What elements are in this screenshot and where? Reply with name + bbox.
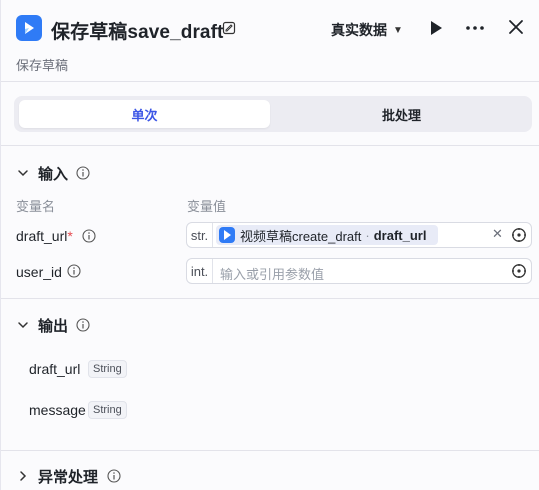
output-field-name: message <box>29 402 86 418</box>
reference-node-name: 视频草稿create_draft <box>240 228 362 244</box>
info-icon[interactable] <box>82 229 96 243</box>
close-icon[interactable] <box>507 18 525 36</box>
output-field-name: draft_url <box>29 361 81 377</box>
node-logo-icon <box>16 15 42 41</box>
variable-reference-icon[interactable] <box>511 227 527 243</box>
draft-url-value-field[interactable]: str. 视频草稿create_draft · draft_url ✕ <box>186 222 532 248</box>
output-section-title: 输出 <box>38 318 69 335</box>
output-type-badge: String <box>88 401 127 419</box>
column-header-value: 变量值 <box>187 199 227 214</box>
output-type-badge: String <box>88 360 127 378</box>
panel-header: 保存草稿save_draft 真实数据 ▼ 保存草稿 <box>1 0 539 82</box>
reference-chip[interactable]: 视频草稿create_draft · draft_url <box>216 225 438 245</box>
edit-icon[interactable] <box>222 21 236 35</box>
variable-reference-icon[interactable] <box>511 263 527 279</box>
chevron-down-icon[interactable] <box>17 167 29 179</box>
info-icon[interactable] <box>76 318 90 332</box>
section-divider <box>1 298 539 299</box>
reference-variable: draft_url <box>373 227 427 243</box>
more-icon[interactable] <box>464 18 486 38</box>
required-mark: * <box>67 228 73 244</box>
param-name-draft-url: draft_url* <box>16 228 73 244</box>
column-header-name: 变量名 <box>16 199 56 214</box>
node-config-panel: 保存草稿save_draft 真实数据 ▼ 保存草稿 单次 批处理 输入 变量名… <box>0 0 539 490</box>
info-icon[interactable] <box>107 469 121 483</box>
clear-icon[interactable]: ✕ <box>492 226 503 242</box>
param-name-text: draft_url <box>16 228 68 244</box>
node-logo-icon <box>219 227 235 243</box>
node-description: 保存草稿 <box>16 58 69 73</box>
chevron-down-icon[interactable] <box>17 319 29 331</box>
param-name-user-id: user_id <box>16 264 62 280</box>
section-divider <box>1 450 539 451</box>
error-handling-title: 异常处理 <box>38 469 99 486</box>
node-title[interactable]: 保存草稿save_draft <box>51 17 223 44</box>
info-icon[interactable] <box>67 264 81 278</box>
user-id-input-placeholder[interactable]: 输入或引用参数值 <box>220 264 324 283</box>
run-mode-tabs: 单次 批处理 <box>14 96 532 132</box>
caret-down-icon: ▼ <box>393 24 403 36</box>
data-mode-select[interactable]: 真实数据 ▼ <box>331 20 403 40</box>
user-id-value-field[interactable]: int. 输入或引用参数值 <box>186 258 532 284</box>
run-mode-tabs-area: 单次 批处理 <box>1 82 539 146</box>
run-icon[interactable] <box>428 19 444 37</box>
type-label: int. <box>187 259 213 283</box>
data-mode-label: 真实数据 <box>331 22 387 38</box>
info-icon[interactable] <box>76 166 90 180</box>
separator-dot: · <box>365 227 370 243</box>
tab-batch[interactable]: 批处理 <box>276 100 527 128</box>
type-label: str. <box>187 223 213 247</box>
input-section-title: 输入 <box>38 166 69 183</box>
chevron-right-icon[interactable] <box>17 470 29 482</box>
tab-single[interactable]: 单次 <box>19 100 270 128</box>
